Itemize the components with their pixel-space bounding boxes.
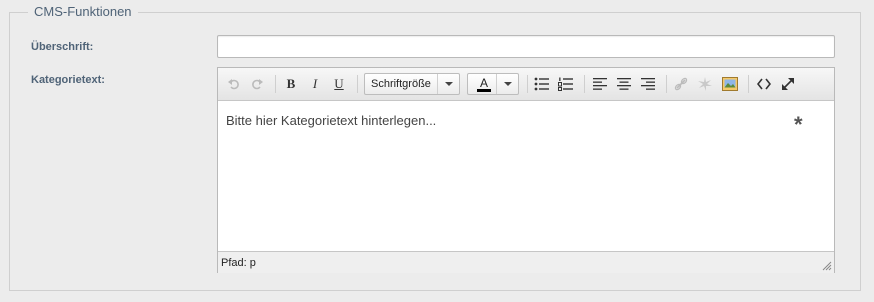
editor-content-area[interactable]: Bitte hier Kategorietext hinterlegen... … <box>218 101 834 251</box>
numbered-list-button[interactable] <box>555 73 577 95</box>
code-icon <box>757 78 771 90</box>
heading-label: Überschrift: <box>31 41 94 53</box>
insert-image-button[interactable] <box>719 73 741 95</box>
required-asterisk: * <box>794 112 803 137</box>
chevron-down-icon <box>496 74 518 94</box>
redo-icon <box>252 79 263 90</box>
category-text-label: Kategorietext: <box>31 74 105 86</box>
align-center-button[interactable] <box>613 73 635 95</box>
chevron-down-icon <box>437 74 459 94</box>
bullet-list-button[interactable] <box>531 73 553 95</box>
align-left-icon <box>593 78 607 90</box>
toolbar-separator <box>584 75 585 93</box>
fullscreen-button[interactable] <box>777 73 799 95</box>
element-path: Pfad: p <box>221 257 256 269</box>
font-size-select[interactable]: Schriftgröße <box>364 73 460 95</box>
source-code-button[interactable] <box>753 73 775 95</box>
font-size-value: Schriftgröße <box>371 78 431 90</box>
bold-button[interactable]: B <box>280 73 302 95</box>
text-color-icon: A <box>477 77 491 92</box>
undo-icon <box>228 79 239 90</box>
fieldset-legend: CMS-Funktionen <box>28 4 138 19</box>
toolbar-separator <box>275 75 276 93</box>
toolbar-separator <box>748 75 749 93</box>
underline-button[interactable]: U <box>328 73 350 95</box>
align-right-icon <box>641 78 655 90</box>
text-color-select[interactable]: A <box>467 73 519 95</box>
heading-input[interactable] <box>217 35 835 58</box>
align-left-button[interactable] <box>589 73 611 95</box>
redo-button[interactable] <box>246 73 268 95</box>
editor-statusbar: Pfad: p <box>218 251 834 273</box>
toolbar-separator <box>666 75 667 93</box>
undo-button[interactable] <box>223 73 245 95</box>
toolbar-separator <box>357 75 358 93</box>
numbered-list-icon <box>558 77 573 91</box>
resize-handle-icon[interactable] <box>822 261 832 271</box>
toolbar-separator <box>527 75 528 93</box>
image-icon <box>722 77 738 91</box>
unlink-button[interactable] <box>670 73 692 95</box>
unlink-icon <box>674 77 688 91</box>
align-center-icon <box>617 78 631 90</box>
cleanup-button[interactable] <box>694 73 716 95</box>
bullet-list-icon <box>534 77 549 91</box>
fullscreen-icon <box>782 78 794 90</box>
italic-button[interactable]: I <box>304 73 326 95</box>
rich-text-editor: B I U Schriftgröße A Bitte hier Kategori… <box>217 67 835 273</box>
align-right-button[interactable] <box>637 73 659 95</box>
editor-toolbar: B I U Schriftgröße A <box>218 68 834 101</box>
editor-placeholder-text: Bitte hier Kategorietext hinterlegen... <box>226 113 437 128</box>
cleanup-icon <box>698 77 712 91</box>
